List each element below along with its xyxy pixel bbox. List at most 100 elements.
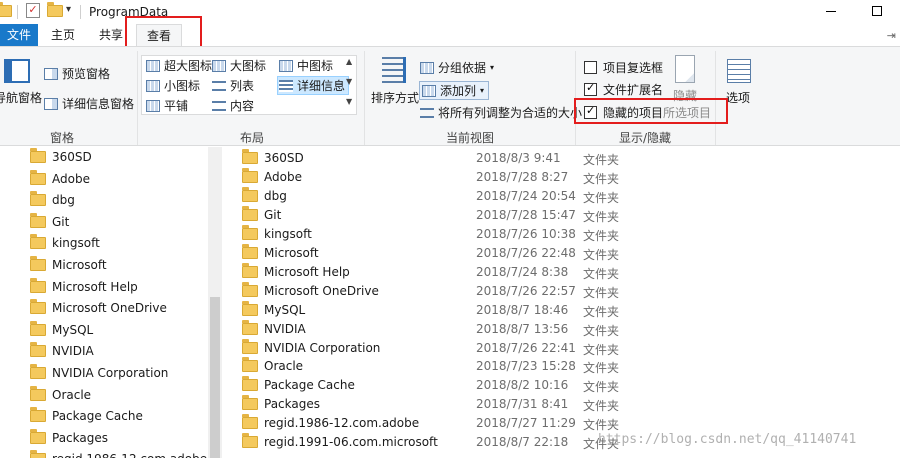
nav-item[interactable]: NVIDIA Corporation [30, 363, 168, 383]
nav-item-label: Microsoft OneDrive [52, 301, 167, 316]
layout-scroll-down-icon[interactable]: ▼ [346, 77, 352, 86]
file-row[interactable]: Package Cache 2018/8/2 10:16 文件夹 [222, 376, 900, 395]
checkbox[interactable] [584, 81, 597, 96]
new-folder-icon[interactable] [47, 2, 63, 20]
nav-item[interactable]: Microsoft [30, 255, 107, 275]
tab-file[interactable]: 文件 [0, 24, 38, 46]
nav-scrollbar-thumb[interactable] [210, 297, 220, 458]
nav-item[interactable]: MySQL [30, 320, 93, 340]
nav-item[interactable]: dbg [30, 190, 75, 210]
ribbon: 导航窗格 预览窗格 详细信息窗格 窗格 超大图标 大图标 中图标 小图标 列表 … [0, 46, 900, 146]
file-type: 文件夹 [583, 399, 620, 414]
item-checkboxes-toggle[interactable]: 项目复选框 [584, 59, 663, 76]
layout-small-icons[interactable]: 小图标 [146, 77, 200, 94]
file-row[interactable]: NVIDIA 2018/8/7 13:56 文件夹 [222, 319, 900, 339]
file-row[interactable]: Packages 2018/7/31 8:41 文件夹 [222, 395, 900, 414]
nav-item[interactable]: NVIDIA [30, 341, 94, 361]
group-label-layout: 布局 [239, 131, 264, 145]
layout-scroll-up-icon[interactable]: ▲ [346, 57, 352, 66]
file-row[interactable]: Adobe 2018/7/28 8:27 文件夹 [222, 167, 900, 187]
file-date: 2018/7/24 8:38 [476, 264, 569, 279]
file-extensions-toggle[interactable]: 文件扩展名 [584, 81, 663, 98]
tab-home[interactable]: 主页 [42, 24, 84, 46]
file-type: 文件夹 [583, 228, 620, 243]
file-row[interactable]: regid.1986-12.com.adobe 2018/7/27 11:29 文件… [222, 414, 900, 433]
add-columns-button[interactable]: 添加列 ▾ [419, 81, 490, 100]
layout-extra-large-icons[interactable]: 超大图标 [146, 57, 212, 74]
file-row[interactable]: dbg 2018/7/24 20:54 文件夹 [222, 186, 900, 206]
nav-item[interactable]: kingsoft [30, 233, 100, 253]
divider [80, 5, 81, 19]
size-all-columns-button[interactable]: 将所有列调整为合适的大小 [420, 104, 582, 121]
folder-icon [242, 300, 258, 316]
file-row[interactable]: MySQL 2018/8/7 18:46 文件夹 [222, 300, 900, 320]
file-date: 2018/7/26 22:41 [476, 340, 576, 355]
medium-icons-icon [279, 59, 293, 72]
pin-icon[interactable]: ⇥ [887, 29, 896, 42]
nav-item[interactable]: Git [30, 212, 69, 232]
file-row[interactable]: Microsoft OneDrive 2018/7/26 22:57 文件夹 [222, 281, 900, 301]
group-label-current-view: 当前视图 [445, 131, 494, 145]
file-name-label: MySQL [264, 302, 306, 317]
nav-item[interactable]: Oracle [30, 385, 91, 405]
layout-tiles[interactable]: 平铺 [146, 97, 188, 114]
layout-list[interactable]: 列表 [212, 77, 254, 94]
nav-item-label: 360SD [52, 150, 92, 164]
preview-pane-button[interactable]: 预览窗格 [44, 65, 110, 82]
nav-item[interactable]: 360SD [30, 147, 92, 167]
folder-icon [30, 299, 46, 315]
file-row[interactable]: Microsoft Help 2018/7/24 8:38 文件夹 [222, 262, 900, 282]
nav-scrollbar[interactable] [208, 147, 222, 458]
size-columns-icon [420, 107, 434, 118]
folder-icon [242, 414, 258, 430]
file-row[interactable]: NVIDIA Corporation 2018/7/26 22:41 文件夹 [222, 338, 900, 358]
checkbox[interactable] [584, 61, 597, 74]
group-by-button[interactable]: 分组依据 ▾ [420, 59, 494, 76]
nav-item[interactable]: regid.1986-12.com.adobe [30, 449, 207, 458]
file-name: Oracle [242, 357, 303, 373]
options-button[interactable]: 选项 [726, 89, 750, 106]
hide-selected-icon[interactable] [675, 55, 695, 83]
nav-item[interactable]: Microsoft OneDrive [30, 298, 167, 318]
layout-expand-icon[interactable]: ▼ [346, 97, 352, 106]
highlight-box-hidden-items [574, 98, 728, 124]
minimize-button[interactable] [808, 0, 854, 24]
details-pane-button[interactable]: 详细信息窗格 [44, 95, 134, 112]
nav-item[interactable]: Packages [30, 428, 108, 448]
navigation-pane-icon[interactable] [4, 59, 30, 83]
file-name: kingsoft [242, 224, 312, 241]
layout-content[interactable]: 内容 [212, 97, 254, 114]
file-row[interactable]: kingsoft 2018/7/26 10:38 文件夹 [222, 224, 900, 244]
layout-medium-icons[interactable]: 中图标 [279, 57, 333, 74]
nav-item[interactable]: Adobe [30, 169, 90, 189]
file-row[interactable]: Microsoft 2018/7/26 22:48 文件夹 [222, 243, 900, 263]
file-row[interactable]: 360SD 2018/8/3 9:41 文件夹 [222, 149, 900, 168]
preview-pane-icon [44, 67, 58, 80]
navigation-pane-button[interactable]: 导航窗格 [0, 89, 42, 106]
layout-details[interactable]: 详细信息 [277, 76, 350, 95]
maximize-button[interactable] [854, 0, 900, 24]
options-icon[interactable] [727, 59, 751, 83]
file-date: 2018/7/28 15:47 [476, 207, 576, 222]
file-name: NVIDIA [242, 319, 306, 336]
folder-icon [242, 167, 258, 183]
properties-icon[interactable]: ✓ [26, 3, 40, 18]
divider [364, 51, 365, 145]
folder-icon [0, 2, 12, 20]
file-date: 2018/7/28 8:27 [476, 169, 569, 184]
file-row[interactable]: Oracle 2018/7/23 15:28 文件夹 [222, 357, 900, 376]
nav-item[interactable]: Microsoft Help [30, 277, 138, 297]
nav-item[interactable]: Package Cache [30, 406, 143, 426]
customize-toolbar-icon[interactable]: ▾ [66, 4, 71, 15]
layout-large-icons[interactable]: 大图标 [212, 57, 266, 74]
file-type: 文件夹 [583, 209, 620, 224]
file-type: 文件夹 [583, 418, 620, 433]
sort-by-button[interactable]: 排序方式 [371, 89, 419, 106]
nav-item-label: Packages [52, 430, 108, 445]
file-row[interactable]: Git 2018/7/28 15:47 文件夹 [222, 205, 900, 225]
file-date: 2018/8/3 9:41 [476, 151, 561, 165]
file-name-label: NVIDIA Corporation [264, 340, 381, 355]
file-type: 文件夹 [583, 361, 620, 376]
file-type: 文件夹 [583, 380, 620, 395]
file-name: regid.1991-06.com.microsoft [242, 433, 438, 449]
